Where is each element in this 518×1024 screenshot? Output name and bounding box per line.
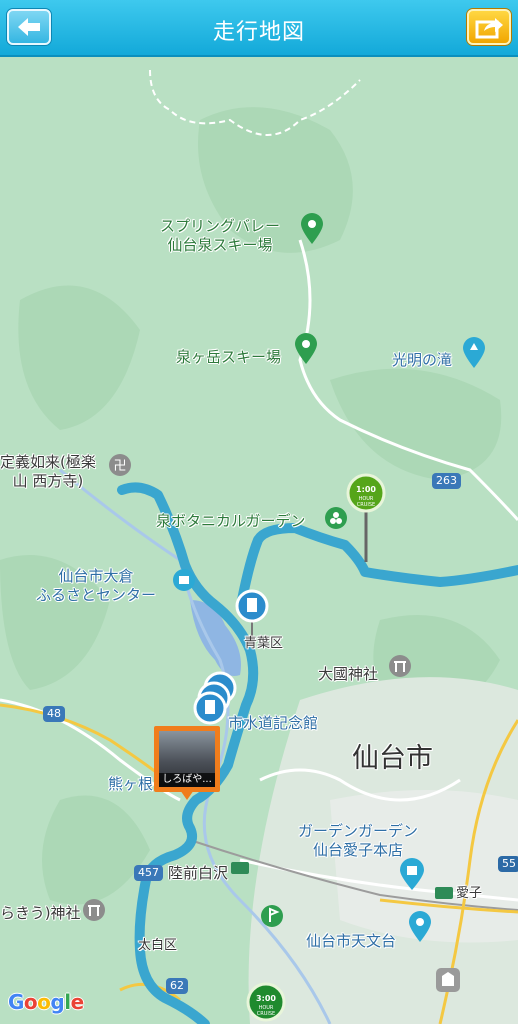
photo-image: しろばや... [159, 731, 215, 787]
road-number-263: 263 [432, 473, 461, 489]
map-label-tenmon: 仙台市天文台 [306, 932, 397, 950]
svg-text:CRUISE: CRUISE [257, 1011, 275, 1017]
svg-text:1:00: 1:00 [356, 485, 376, 494]
map-label-izumigatake: 泉ヶ岳スキー場 [176, 348, 282, 366]
road-number-48: 48 [43, 706, 65, 722]
map-label-kumagane: 熊ヶ根 [108, 775, 154, 793]
road-number-62: 62 [166, 978, 188, 994]
page-title: 走行地図 [212, 20, 305, 45]
station-icon-ayashi [435, 887, 453, 899]
map-label-taihaku: 太白区 [138, 938, 178, 953]
road-number-55: 55 [498, 856, 518, 872]
photo-marker-tail [180, 790, 194, 800]
svg-text:CRUISE: CRUISE [357, 502, 375, 508]
map-label-okura: 仙台市大倉 ふるさとセンター [36, 567, 157, 604]
map-label-ayashi: 愛子 [456, 886, 483, 901]
shrine-pin-left[interactable] [83, 899, 105, 921]
map-label-suido: 市水道記念館 [228, 714, 319, 732]
google-logo: Google [8, 990, 84, 1014]
photo-caption: しろばや... [159, 773, 215, 787]
map-label-komyo: 光明の滝 [392, 351, 453, 369]
map-label-sendai: 仙台市 [352, 743, 433, 774]
map-label-aoba: 青葉区 [244, 636, 284, 651]
map-label-spring-valley: スプリングバレー 仙台泉スキー場 [160, 217, 281, 254]
share-button[interactable] [467, 9, 511, 45]
share-icon [475, 18, 503, 39]
svg-text:3:00: 3:00 [256, 994, 276, 1003]
map-label-shrine-left: らきう)神社 [0, 904, 81, 922]
okura-center-pin[interactable] [173, 569, 195, 591]
svg-text:卍: 卍 [113, 459, 126, 474]
map-label-botanical: 泉ボタニカルガーデン [156, 512, 306, 530]
app-header: 走行地図 [0, 0, 518, 57]
botanical-pin[interactable] [325, 507, 347, 529]
pin-bottom-right [436, 968, 460, 992]
map-label-garden: ガーデンガーデン 仙台愛子本店 [298, 822, 419, 859]
photo-thumbnail-marker[interactable]: しろばや... [154, 726, 220, 800]
station-icon-rikuzen [231, 862, 249, 874]
map-label-rikuzen: 陸前白沢 [168, 864, 229, 882]
road-number-457: 457 [134, 865, 163, 881]
shrine-pin-kunitama[interactable] [389, 655, 411, 677]
map-canvas[interactable]: 卍 1:00 HOUR CRUISE 3:00 HOUR CRUISE [0, 57, 518, 1024]
time-marker-3hour[interactable]: 3:00 HOUR CRUISE [246, 982, 286, 1022]
golf-pin[interactable] [261, 905, 283, 927]
map-label-kunitama: 大國神社 [318, 665, 379, 683]
temple-pin-jogi[interactable]: 卍 [109, 454, 131, 476]
map-label-jogi: 定義如来(極楽山 西方寺) [0, 453, 96, 490]
